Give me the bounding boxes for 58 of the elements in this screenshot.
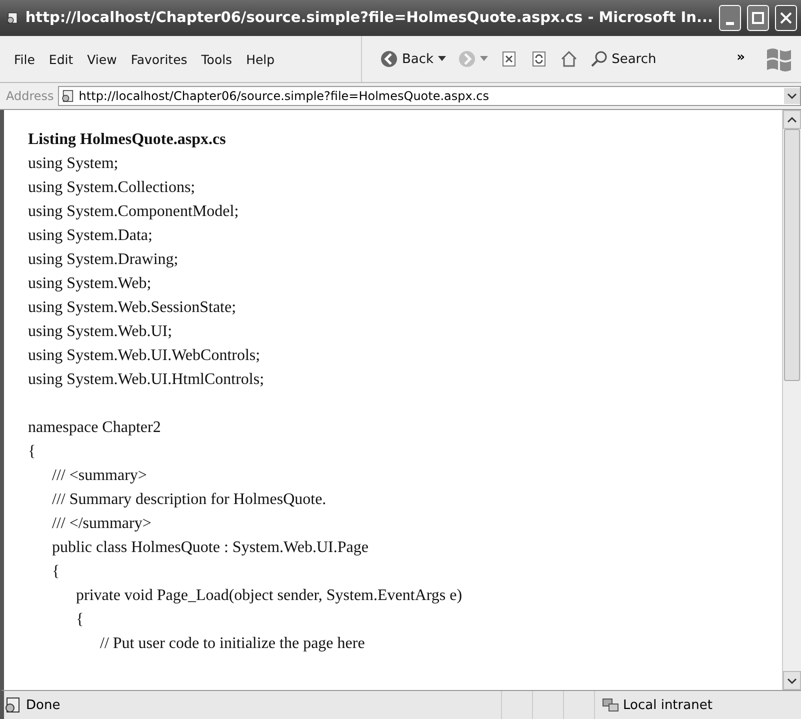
code-line: using System.Data; — [28, 226, 154, 246]
menu-item[interactable]: Help — [240, 50, 281, 68]
code-line: using System.Web.UI; — [28, 322, 174, 342]
toolbar-more-button[interactable]: » — [736, 48, 745, 65]
code-line: /// <summary> — [51, 466, 148, 486]
menu-item[interactable]: View — [81, 50, 123, 68]
back-button[interactable]: Back — [376, 48, 450, 70]
minimize-icon — [726, 22, 734, 24]
scroll-up-button[interactable] — [783, 110, 801, 129]
code-line: { — [51, 562, 61, 582]
maximize-icon — [752, 12, 764, 24]
code-line: /// </summary> — [51, 514, 152, 534]
vertical-scrollbar[interactable] — [782, 110, 801, 690]
code-line: using System.Drawing; — [28, 250, 180, 270]
code-line: private void Page_Load(object sender, System.EventArgs e) — [75, 586, 464, 606]
code-line: using System.Collections; — [28, 178, 196, 198]
scroll-down-button[interactable] — [783, 671, 801, 690]
menu-item[interactable]: Tools — [195, 50, 238, 68]
network-computer-icon — [601, 696, 619, 714]
code-line: namespace Chapter2 — [28, 418, 162, 438]
address-field[interactable]: http://localhost/Chapter06/source.simple?file=HolmesQuote.aspx.cs — [58, 86, 801, 106]
caret-icon — [787, 676, 797, 684]
code-line: // Put user code to initialize the page here — [99, 634, 366, 654]
code-line: using System.Web.UI.HtmlControls; — [28, 370, 266, 390]
page-icon — [60, 89, 75, 103]
code-line: using System.Web.SessionState; — [28, 298, 238, 318]
menu-item[interactable]: Favorites — [124, 50, 194, 68]
status-text: Done — [26, 698, 62, 712]
code-line: using System.Web.UI.WebControls; — [28, 346, 262, 366]
caret-icon — [787, 116, 797, 124]
caret-icon — [480, 56, 488, 62]
search-button[interactable]: Search — [586, 48, 660, 70]
house-icon — [560, 50, 578, 68]
menu-item[interactable]: File — [8, 50, 41, 68]
refresh-icon — [530, 50, 548, 68]
address-label: Address — [6, 89, 54, 103]
menu-item[interactable]: Edit — [42, 50, 80, 68]
stop-icon — [500, 50, 518, 68]
windows-flag-logo — [765, 46, 793, 72]
page-icon — [6, 10, 20, 26]
search-icon — [590, 50, 608, 68]
security-zone-label: Local intranet — [623, 698, 712, 712]
caret-icon — [438, 56, 446, 62]
page-icon — [4, 696, 22, 714]
code-line: { — [75, 610, 85, 630]
code-line: using System; — [28, 154, 120, 174]
code-line: public class HolmesQuote : System.Web.UI.Page — [51, 538, 370, 558]
minimize-button[interactable] — [719, 5, 741, 31]
window-title: http://localhost/Chapter06/source.simple?file=HolmesQuote.aspx.cs - Microsoft In... — [25, 10, 713, 26]
code-line: using System.Web; — [28, 274, 152, 294]
code-line: using System.ComponentModel; — [28, 202, 240, 222]
maximize-button[interactable] — [747, 5, 769, 31]
listing-title: Listing HolmesQuote.aspx.cs — [28, 130, 227, 150]
close-icon — [780, 12, 792, 24]
scrollbar-thumb[interactable] — [784, 129, 800, 381]
code-line: /// Summary description for HolmesQuote. — [51, 490, 328, 510]
close-button[interactable] — [775, 5, 797, 31]
code-line: { — [28, 442, 37, 462]
